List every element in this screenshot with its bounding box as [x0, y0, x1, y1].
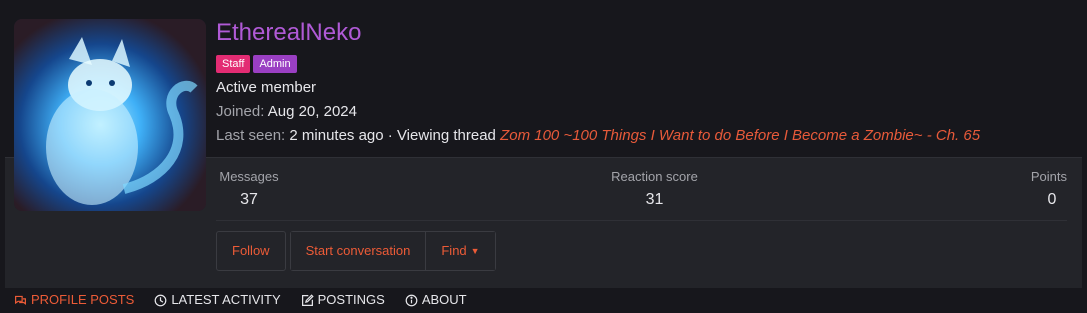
joined-date: Aug 20, 2024: [267, 103, 357, 120]
tab-label: PROFILE POSTS: [31, 292, 135, 307]
stat-reaction-score[interactable]: Reaction score 31: [607, 169, 702, 211]
stat-messages[interactable]: Messages 37: [216, 169, 282, 211]
stat-value: 31: [645, 191, 664, 208]
user-title: Active member: [216, 79, 317, 96]
last-seen-value: 2 minutes ago · Viewing thread: [289, 127, 496, 144]
joined-label: Joined:: [216, 103, 265, 120]
viewing-thread-link[interactable]: Zom 100 ~100 Things I Want to do Before …: [500, 127, 980, 144]
profile-tabs: PROFILE POSTS LATEST ACTIVITY POSTINGS A…: [14, 292, 467, 308]
last-seen-label: Last seen:: [216, 127, 286, 144]
avatar-blue-cat-icon: [14, 19, 206, 211]
stat-points[interactable]: Points 0: [1027, 169, 1067, 211]
find-button[interactable]: Find ▼: [425, 232, 495, 270]
follow-button[interactable]: Follow: [216, 231, 286, 271]
clock-icon: [154, 294, 167, 306]
tab-about[interactable]: ABOUT: [405, 292, 467, 308]
tab-label: POSTINGS: [317, 292, 385, 307]
info-icon: [405, 294, 418, 306]
joined-info: Joined: Aug 20, 2024: [216, 103, 357, 121]
stat-label: Messages: [219, 169, 279, 184]
action-button-group: Start conversation Find ▼: [289, 231, 496, 271]
tab-postings[interactable]: POSTINGS: [301, 292, 385, 308]
admin-badge: Admin: [253, 55, 297, 73]
username: EtherealNeko: [216, 19, 362, 46]
tab-label: ABOUT: [421, 292, 467, 307]
find-label: Find: [441, 243, 467, 258]
profile-actions: Follow Start conversation Find ▼: [216, 231, 496, 271]
caret-down-icon: ▼: [470, 245, 480, 256]
tab-latest-activity[interactable]: LATEST ACTIVITY: [154, 292, 281, 308]
comments-icon: [15, 295, 26, 305]
stat-label: Reaction score: [611, 169, 698, 184]
stat-value: 0: [1047, 191, 1057, 208]
avatar[interactable]: [14, 19, 206, 211]
start-conversation-button[interactable]: Start conversation: [290, 232, 426, 270]
tab-label: LATEST ACTIVITY: [171, 292, 281, 307]
edit-icon: [301, 293, 314, 306]
staff-badge: Staff: [216, 55, 251, 73]
stat-value: 37: [240, 191, 258, 208]
stat-label: Points: [1030, 169, 1067, 184]
user-badges: Staff Admin: [216, 55, 297, 73]
last-seen-info: Last seen: 2 minutes ago · Viewing threa…: [216, 127, 980, 145]
tab-profile-posts[interactable]: PROFILE POSTS: [14, 292, 134, 308]
stats-row: Messages 37 Reaction score 31 Points 0: [216, 169, 1067, 221]
